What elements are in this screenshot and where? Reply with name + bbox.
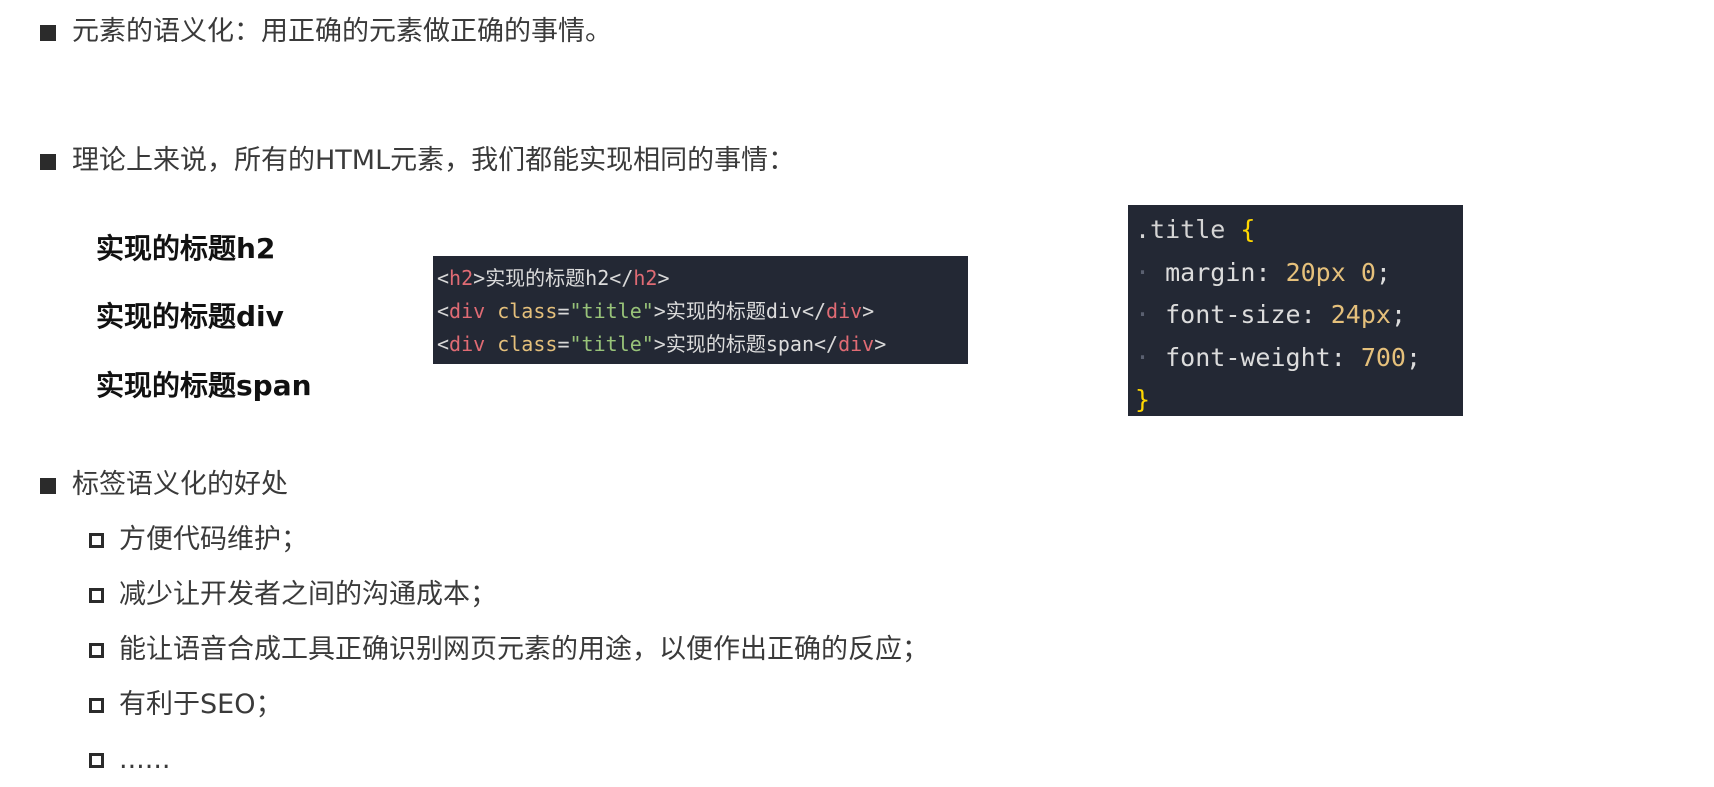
hollow-square-bullet-icon (89, 753, 104, 768)
square-bullet-icon (40, 478, 56, 494)
code-punct: > (862, 299, 875, 323)
code-punct: > (473, 266, 486, 290)
code-tag: div (826, 299, 863, 323)
css-brace: } (1135, 385, 1151, 414)
benefit-item: 能让语音合成工具正确识别网页元素的用途，以便作出正确的反应； (119, 634, 929, 665)
code-punct: < (437, 299, 450, 323)
code-punct: > (874, 332, 887, 356)
css-rule-close: } (1135, 379, 1456, 422)
css-selector: .title (1135, 215, 1226, 244)
code-punct: </ (801, 299, 827, 323)
code-text: 实现的标题span (665, 332, 814, 356)
code-line-h2: <h2>实现的标题h2</h2> (437, 262, 964, 295)
css-prop: font-weight (1165, 342, 1331, 372)
code-punct: > (653, 332, 666, 356)
code-punct: </ (609, 266, 634, 290)
css-colon: : (1330, 342, 1346, 372)
css-value: 700 (1360, 342, 1406, 372)
benefit-item: 有利于SEO； (119, 689, 283, 720)
square-bullet-icon (40, 154, 56, 170)
css-decl-font-size: · font-size: 24px; (1135, 300, 1406, 329)
code-punct: = (557, 332, 570, 356)
benefit-item: 方便代码维护； (119, 524, 308, 555)
code-punct: </ (814, 332, 839, 356)
hollow-square-bullet-icon (89, 588, 104, 603)
code-text: 实现的标题h2 (485, 266, 610, 290)
code-punct: > (653, 299, 666, 323)
css-colon: : (1255, 257, 1271, 287)
code-string: "title" (569, 299, 654, 323)
hollow-square-bullet-icon (89, 643, 104, 658)
square-bullet-icon (40, 25, 56, 41)
css-code-block: .title { · margin: 20px 0; · font-size: … (1128, 205, 1463, 416)
css-prop: margin (1165, 257, 1256, 287)
code-punct: < (437, 332, 450, 356)
css-decl-margin: · margin: 20px 0; (1135, 257, 1391, 287)
code-tag: div (838, 332, 875, 356)
code-punct: = (557, 299, 570, 323)
css-brace: { (1240, 215, 1256, 244)
code-attr: class (497, 299, 558, 323)
css-prop: font-size (1165, 300, 1301, 329)
code-punct: < (437, 266, 450, 290)
benefit-item: 减少让开发者之间的沟通成本； (119, 579, 497, 610)
demo-title-span: 实现的标题span (96, 369, 312, 402)
code-punct: > (657, 266, 670, 290)
code-line-div: <div class="title">实现的标题div</div> (437, 295, 964, 328)
demo-title-h2: 实现的标题h2 (96, 232, 276, 265)
section-semantics-heading: 元素的语义化：用正确的元素做正确的事情。 (72, 16, 612, 47)
section-benefits-heading: 标签语义化的好处 (72, 469, 288, 500)
css-colon: : (1300, 300, 1316, 329)
code-tag: div (449, 299, 486, 323)
code-attr: class (497, 332, 558, 356)
code-tag: div (449, 332, 486, 356)
css-value: 20px 0 (1285, 257, 1376, 287)
code-tag: h2 (633, 266, 658, 290)
css-semi: ; (1390, 300, 1406, 329)
css-decl-font-weight: · font-weight: 700; (1135, 342, 1422, 372)
css-rule-open: .title { (1135, 209, 1456, 252)
code-text: 实现的标题div (665, 299, 802, 323)
section-theory-heading: 理论上来说，所有的HTML元素，我们都能实现相同的事情： (72, 145, 796, 176)
demo-title-div: 实现的标题div (96, 300, 284, 333)
css-value: 24px (1330, 300, 1391, 329)
code-tag: h2 (449, 266, 474, 290)
code-line-span: <div class="title">实现的标题span</div> (437, 328, 964, 361)
benefit-item: ...... (119, 744, 171, 775)
hollow-square-bullet-icon (89, 533, 104, 548)
hollow-square-bullet-icon (89, 698, 104, 713)
code-string: "title" (569, 332, 654, 356)
css-semi: ; (1375, 257, 1391, 287)
html-code-block: <h2>实现的标题h2</h2> <div class="title">实现的标… (433, 256, 968, 364)
css-semi: ; (1405, 342, 1422, 372)
